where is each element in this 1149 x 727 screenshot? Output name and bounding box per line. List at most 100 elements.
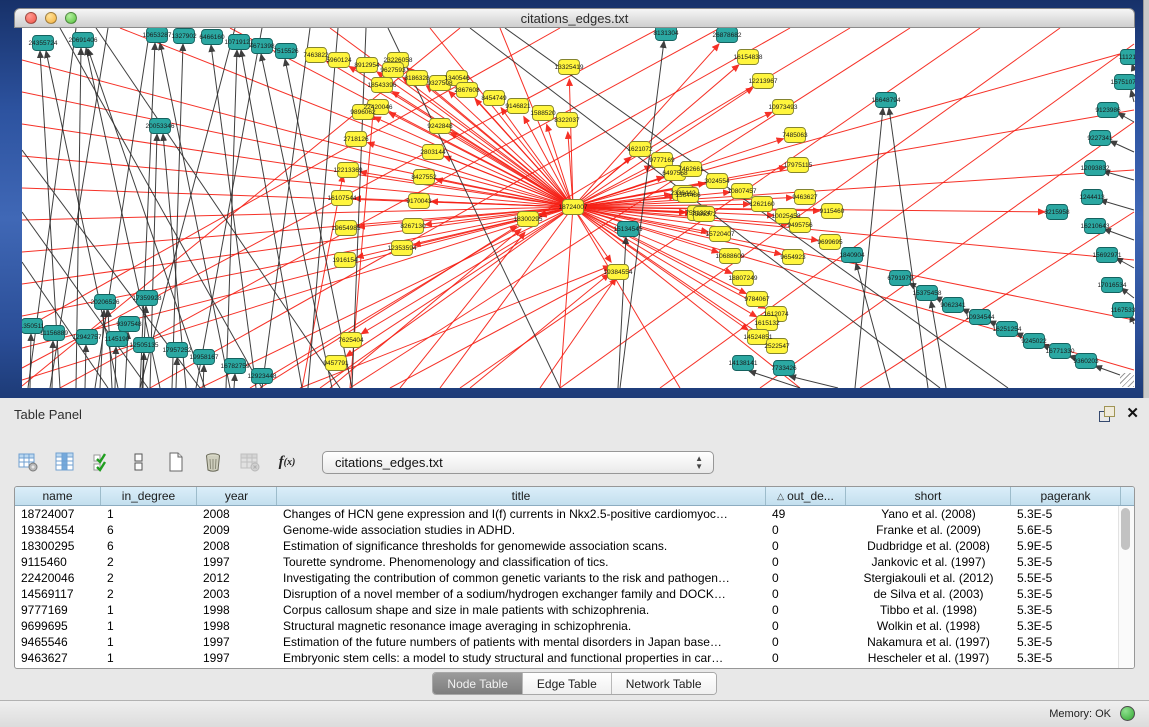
- network-table-select[interactable]: citations_edges.txt ▲▼: [322, 451, 714, 474]
- column-header-in_degree[interactable]: in_degree: [101, 487, 197, 505]
- table-cell: 18300295: [15, 539, 101, 553]
- graph-node-label: 10807457: [728, 188, 757, 195]
- table-cell: 19384554: [15, 523, 101, 537]
- column-header-out_de[interactable]: △out_de...: [766, 487, 846, 505]
- rows-icon[interactable]: [127, 450, 151, 474]
- tab-edge-table[interactable]: Edge Table: [523, 673, 612, 694]
- table-cell: 1: [101, 651, 197, 665]
- graph-node-label: 9123986: [1095, 107, 1121, 114]
- table-cell: Nakamura et al. (1997): [846, 635, 1011, 649]
- table-cell: 2003: [197, 587, 277, 601]
- graph-node-label: 16648794: [872, 97, 901, 104]
- table-cell: 5.3E-5: [1011, 619, 1121, 633]
- table-body: 1872400712008Changes of HCN gene express…: [15, 506, 1134, 666]
- tab-network-table[interactable]: Network Table: [612, 673, 716, 694]
- table-cell: Yano et al. (2008): [846, 507, 1011, 521]
- table-cell: 5.3E-5: [1011, 635, 1121, 649]
- graph-node-label: 1244413: [1079, 194, 1105, 201]
- graph-node-label: 15692971: [1093, 252, 1122, 259]
- graph-node-label: 5960124: [326, 57, 352, 64]
- table-row[interactable]: 911546021997Tourette syndrome. Phenomeno…: [15, 554, 1134, 570]
- function-builder-icon[interactable]: f(x): [275, 450, 299, 474]
- table-row[interactable]: 946554611997Estimation of the future num…: [15, 634, 1134, 650]
- table-cell: 2: [101, 587, 197, 601]
- table-cell: 1997: [197, 651, 277, 665]
- graph-node-label: 9654923: [780, 254, 806, 261]
- select-columns-icon[interactable]: [90, 450, 114, 474]
- table-row[interactable]: 2242004622012Investigating the contribut…: [15, 570, 1134, 586]
- table-cell: 1998: [197, 603, 277, 617]
- graph-node-label: 8267130: [400, 223, 426, 230]
- close-icon[interactable]: ✕: [1126, 404, 1139, 422]
- tab-node-table[interactable]: Node Table: [433, 673, 523, 694]
- network-canvas[interactable]: 1872400774638225960124891295423226058962…: [22, 28, 1135, 388]
- graph-node-label: 9784067: [744, 296, 770, 303]
- graph-node-label: 12942757: [73, 334, 102, 341]
- graph-node-label: 10653287: [143, 32, 172, 39]
- memory-ok-indicator[interactable]: [1120, 706, 1135, 721]
- graph-node-label: 13325419: [555, 64, 584, 71]
- network-window-titlebar[interactable]: citations_edges.txt: [14, 8, 1135, 28]
- table-row[interactable]: 1938455462009Genome-wide association stu…: [15, 522, 1134, 538]
- cytoscape-app: citations_edges.txt 18724007746382259601…: [0, 0, 1149, 727]
- table-cell: 2: [101, 555, 197, 569]
- table-row[interactable]: 946362711997Embryonic stem cells: a mode…: [15, 650, 1134, 666]
- table-row[interactable]: 969969511998Structural magnetic resonanc…: [15, 618, 1134, 634]
- table-cell: Investigating the contribution of common…: [277, 571, 766, 585]
- table-scrollbar[interactable]: [1118, 506, 1134, 668]
- citation-network-graph[interactable]: 1872400774638225960124891295423226058962…: [22, 28, 1135, 388]
- graph-node-label: 9146821: [505, 103, 531, 110]
- graph-node-label: 12505135: [130, 342, 159, 349]
- table-cell: Estimation of the future numbers of pati…: [277, 635, 766, 649]
- graph-node-label: 17975115: [784, 162, 813, 169]
- table-cell: 2008: [197, 507, 277, 521]
- column-header-pagerank[interactable]: pagerank: [1011, 487, 1121, 505]
- table-cell: 1997: [197, 635, 277, 649]
- show-columns-icon[interactable]: [53, 450, 77, 474]
- table-cell: 9777169: [15, 603, 101, 617]
- table-row[interactable]: 977716911998Corpus callosum shape and si…: [15, 602, 1134, 618]
- table-cell: Corpus callosum shape and size in male p…: [277, 603, 766, 617]
- graph-node-label: 24355724: [29, 40, 58, 47]
- graph-node-label: 10973493: [769, 104, 798, 111]
- table-cell: 9463627: [15, 651, 101, 665]
- column-header-short[interactable]: short: [846, 487, 1011, 505]
- delete-table-icon[interactable]: [201, 450, 225, 474]
- graph-node-label: 1364486: [675, 192, 701, 199]
- new-table-icon[interactable]: [164, 450, 188, 474]
- resize-grip[interactable]: [1120, 373, 1134, 387]
- graph-node-label: 18807249: [729, 275, 758, 282]
- scrollbar-thumb[interactable]: [1121, 508, 1130, 550]
- graph-node-label: 6466160: [199, 34, 225, 41]
- table-cell: Embryonic stem cells: a model to study s…: [277, 651, 766, 665]
- table-row[interactable]: 1830029562008Estimation of significance …: [15, 538, 1134, 554]
- graph-node-label: 9627593: [380, 67, 406, 74]
- graph-node-label: 12353594: [388, 245, 417, 252]
- table-cell: 49: [766, 507, 846, 521]
- table-settings-icon[interactable]: [16, 450, 40, 474]
- graph-node-label: 9245022: [1021, 338, 1047, 345]
- column-header-title[interactable]: title: [277, 487, 766, 505]
- column-header-name[interactable]: name: [15, 487, 101, 505]
- import-table-icon[interactable]: [238, 450, 262, 474]
- float-window-icon[interactable]: [1099, 406, 1115, 422]
- memory-status-label: Memory: OK: [1049, 708, 1111, 720]
- graph-node-label: 1588520: [530, 110, 556, 117]
- graph-node-label: 14524851: [744, 334, 773, 341]
- graph-node-label: 17016534: [1098, 282, 1127, 289]
- table-cell: 9465546: [15, 635, 101, 649]
- graph-node-label: 6791979: [887, 275, 913, 282]
- table-cell: 1: [101, 619, 197, 633]
- table-row[interactable]: 1456911722003Disruption of a novel membe…: [15, 586, 1134, 602]
- graph-node-label: 19384554: [604, 269, 633, 276]
- table-row[interactable]: 1872400712008Changes of HCN gene express…: [15, 506, 1134, 522]
- graph-node-label: 23226058: [384, 57, 413, 64]
- graph-node-label: 26878682: [713, 32, 742, 39]
- graph-node-label: 9115460: [820, 208, 845, 215]
- table-tabs: Node TableEdge TableNetwork Table: [0, 672, 1149, 696]
- graph-node-label: 4671398: [249, 43, 275, 50]
- table-cell: 14569117: [15, 587, 101, 601]
- table-cell: 1998: [197, 619, 277, 633]
- column-header-year[interactable]: year: [197, 487, 277, 505]
- graph-node-label: 9062341: [940, 302, 966, 309]
